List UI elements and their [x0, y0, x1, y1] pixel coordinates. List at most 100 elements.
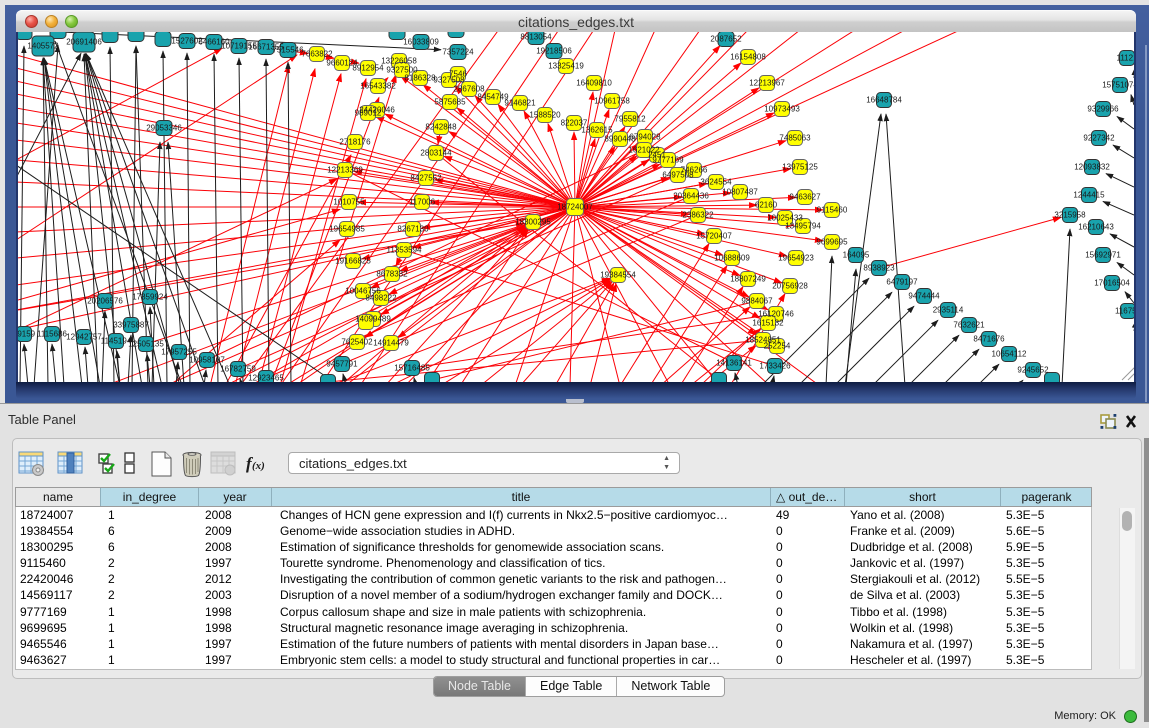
svg-text:19654923: 19654923 [778, 254, 814, 263]
svg-text:7632621: 7632621 [953, 321, 985, 330]
svg-text:164095: 164095 [843, 251, 870, 260]
svg-text:13975125: 13975125 [782, 163, 818, 172]
svg-text:17359924: 17359924 [132, 293, 168, 302]
svg-text:116753: 116753 [1115, 307, 1134, 316]
svg-text:12093832: 12093832 [1074, 163, 1110, 172]
svg-text:8242848: 8242848 [425, 123, 457, 132]
svg-text:15716485: 15716485 [394, 364, 430, 373]
svg-text:8938923: 8938923 [863, 264, 895, 273]
svg-text:12213369: 12213369 [327, 166, 363, 175]
svg-text:1362615: 1362615 [581, 126, 613, 135]
svg-text:2935114: 2935114 [933, 306, 964, 315]
svg-text:15751074: 15751074 [1102, 81, 1134, 90]
svg-text:7546: 7546 [449, 70, 467, 79]
svg-text:10688609: 10688609 [714, 254, 750, 263]
svg-text:13226058: 13226058 [381, 57, 417, 66]
svg-text:19654985: 19654985 [329, 225, 365, 234]
svg-text:7625402: 7625402 [341, 338, 373, 347]
svg-text:16409810: 16409810 [576, 79, 612, 88]
svg-text:12505135: 12505135 [128, 340, 164, 349]
svg-text:12942757: 12942757 [66, 333, 102, 342]
svg-text:16033809: 16033809 [403, 38, 439, 47]
svg-text:9146821: 9146821 [504, 99, 536, 108]
svg-text:6497508: 6497508 [662, 171, 694, 180]
svg-text:8267130: 8267130 [397, 225, 429, 234]
svg-text:19218506: 19218506 [536, 47, 572, 56]
svg-text:18724007: 18724007 [557, 203, 593, 212]
svg-text:10807487: 10807487 [722, 188, 758, 197]
svg-text:2718176: 2718176 [339, 138, 371, 147]
svg-text:13325419: 13325419 [548, 62, 584, 71]
svg-text:7663822: 7663822 [301, 50, 333, 59]
svg-text:9115460: 9115460 [817, 206, 848, 215]
svg-text:33975887: 33975887 [113, 321, 149, 330]
svg-text:3624554: 3624554 [700, 178, 732, 187]
svg-text:9463627: 9463627 [789, 193, 821, 202]
svg-text:7357224: 7357224 [442, 48, 474, 57]
svg-text:20364436: 20364436 [673, 192, 709, 201]
svg-text:10654112: 10654112 [992, 350, 1028, 359]
svg-text:5875685: 5875685 [434, 98, 466, 107]
svg-text:20206576: 20206576 [87, 297, 123, 306]
svg-text:1115686: 1115686 [37, 330, 68, 339]
svg-text:2386322: 2386322 [682, 211, 714, 220]
svg-text:20756928: 20756928 [772, 282, 808, 291]
svg-text:7955812: 7955812 [614, 115, 646, 124]
svg-text:8912954: 8912954 [352, 64, 384, 73]
svg-text:252254: 252254 [764, 342, 791, 351]
svg-text:9227342: 9227342 [1083, 134, 1115, 143]
svg-text:8427552: 8427552 [410, 174, 442, 183]
svg-text:9457791: 9457791 [326, 360, 358, 369]
svg-text:1244415: 1244415 [1073, 191, 1105, 200]
svg-text:1615132: 1615132 [752, 319, 784, 328]
svg-text:9474444: 9474444 [908, 292, 940, 301]
svg-text:16543382: 16543382 [360, 82, 396, 91]
svg-text:7515546: 7515546 [272, 46, 304, 55]
svg-text:1405572: 1405572 [27, 42, 59, 51]
svg-text:62160: 62160 [755, 201, 778, 210]
svg-text:1145194: 1145194 [101, 337, 132, 346]
svg-text:10973493: 10973493 [764, 105, 800, 114]
svg-text:39159: 39159 [18, 330, 36, 339]
svg-text:19384554: 19384554 [600, 271, 636, 280]
svg-text:9245652: 9245652 [1017, 366, 1049, 375]
svg-text:8498222: 8498222 [365, 294, 397, 303]
svg-text:3215958: 3215958 [1054, 211, 1086, 220]
svg-text:16120746: 16120746 [758, 310, 794, 319]
svg-text:1588520: 1588520 [529, 111, 561, 120]
svg-text:9699695: 9699695 [816, 238, 848, 247]
svg-text:6794028: 6794028 [629, 133, 661, 142]
svg-text:989012: 989012 [355, 109, 382, 118]
svg-text:12213967: 12213967 [749, 79, 785, 88]
svg-text:15692971: 15692971 [1085, 251, 1121, 260]
svg-text:18807249: 18807249 [730, 275, 766, 284]
svg-text:7485063: 7485063 [779, 134, 811, 143]
svg-text:6479197: 6479197 [886, 278, 918, 287]
svg-text:14099489: 14099489 [355, 315, 391, 324]
svg-text:8678332: 8678332 [376, 270, 408, 279]
svg-text:16782759: 16782759 [220, 365, 256, 374]
svg-text:2803144: 2803144 [420, 149, 452, 158]
svg-text:14136141: 14136141 [716, 359, 752, 368]
svg-text:15720407: 15720407 [696, 232, 732, 241]
svg-text:12923465: 12923465 [248, 374, 284, 383]
svg-text:11353594: 11353594 [387, 246, 423, 255]
svg-text:20691406: 20691406 [66, 38, 102, 47]
svg-text:11121: 11121 [1116, 54, 1134, 63]
svg-text:16210643: 16210643 [1078, 223, 1114, 232]
svg-text:17016504: 17016504 [1094, 279, 1130, 288]
svg-text:10961758: 10961758 [594, 97, 630, 106]
svg-text:117006: 117006 [409, 198, 436, 207]
svg-text:9329966: 9329966 [1087, 105, 1119, 114]
svg-text:19166825: 19166825 [335, 257, 371, 266]
svg-text:18300295: 18300295 [515, 218, 551, 227]
svg-text:9777169: 9777169 [652, 156, 684, 165]
svg-text:(x): (x) [252, 460, 265, 472]
svg-text:10958107: 10958107 [189, 356, 225, 365]
svg-text:1733426: 1733426 [759, 362, 791, 371]
svg-text:8186328: 8186328 [404, 74, 436, 83]
svg-text:13495794: 13495794 [785, 222, 821, 231]
svg-text:8471676: 8471676 [973, 335, 1005, 344]
svg-text:16648784: 16648784 [866, 96, 902, 105]
svg-text:29053346: 29053346 [146, 124, 182, 133]
